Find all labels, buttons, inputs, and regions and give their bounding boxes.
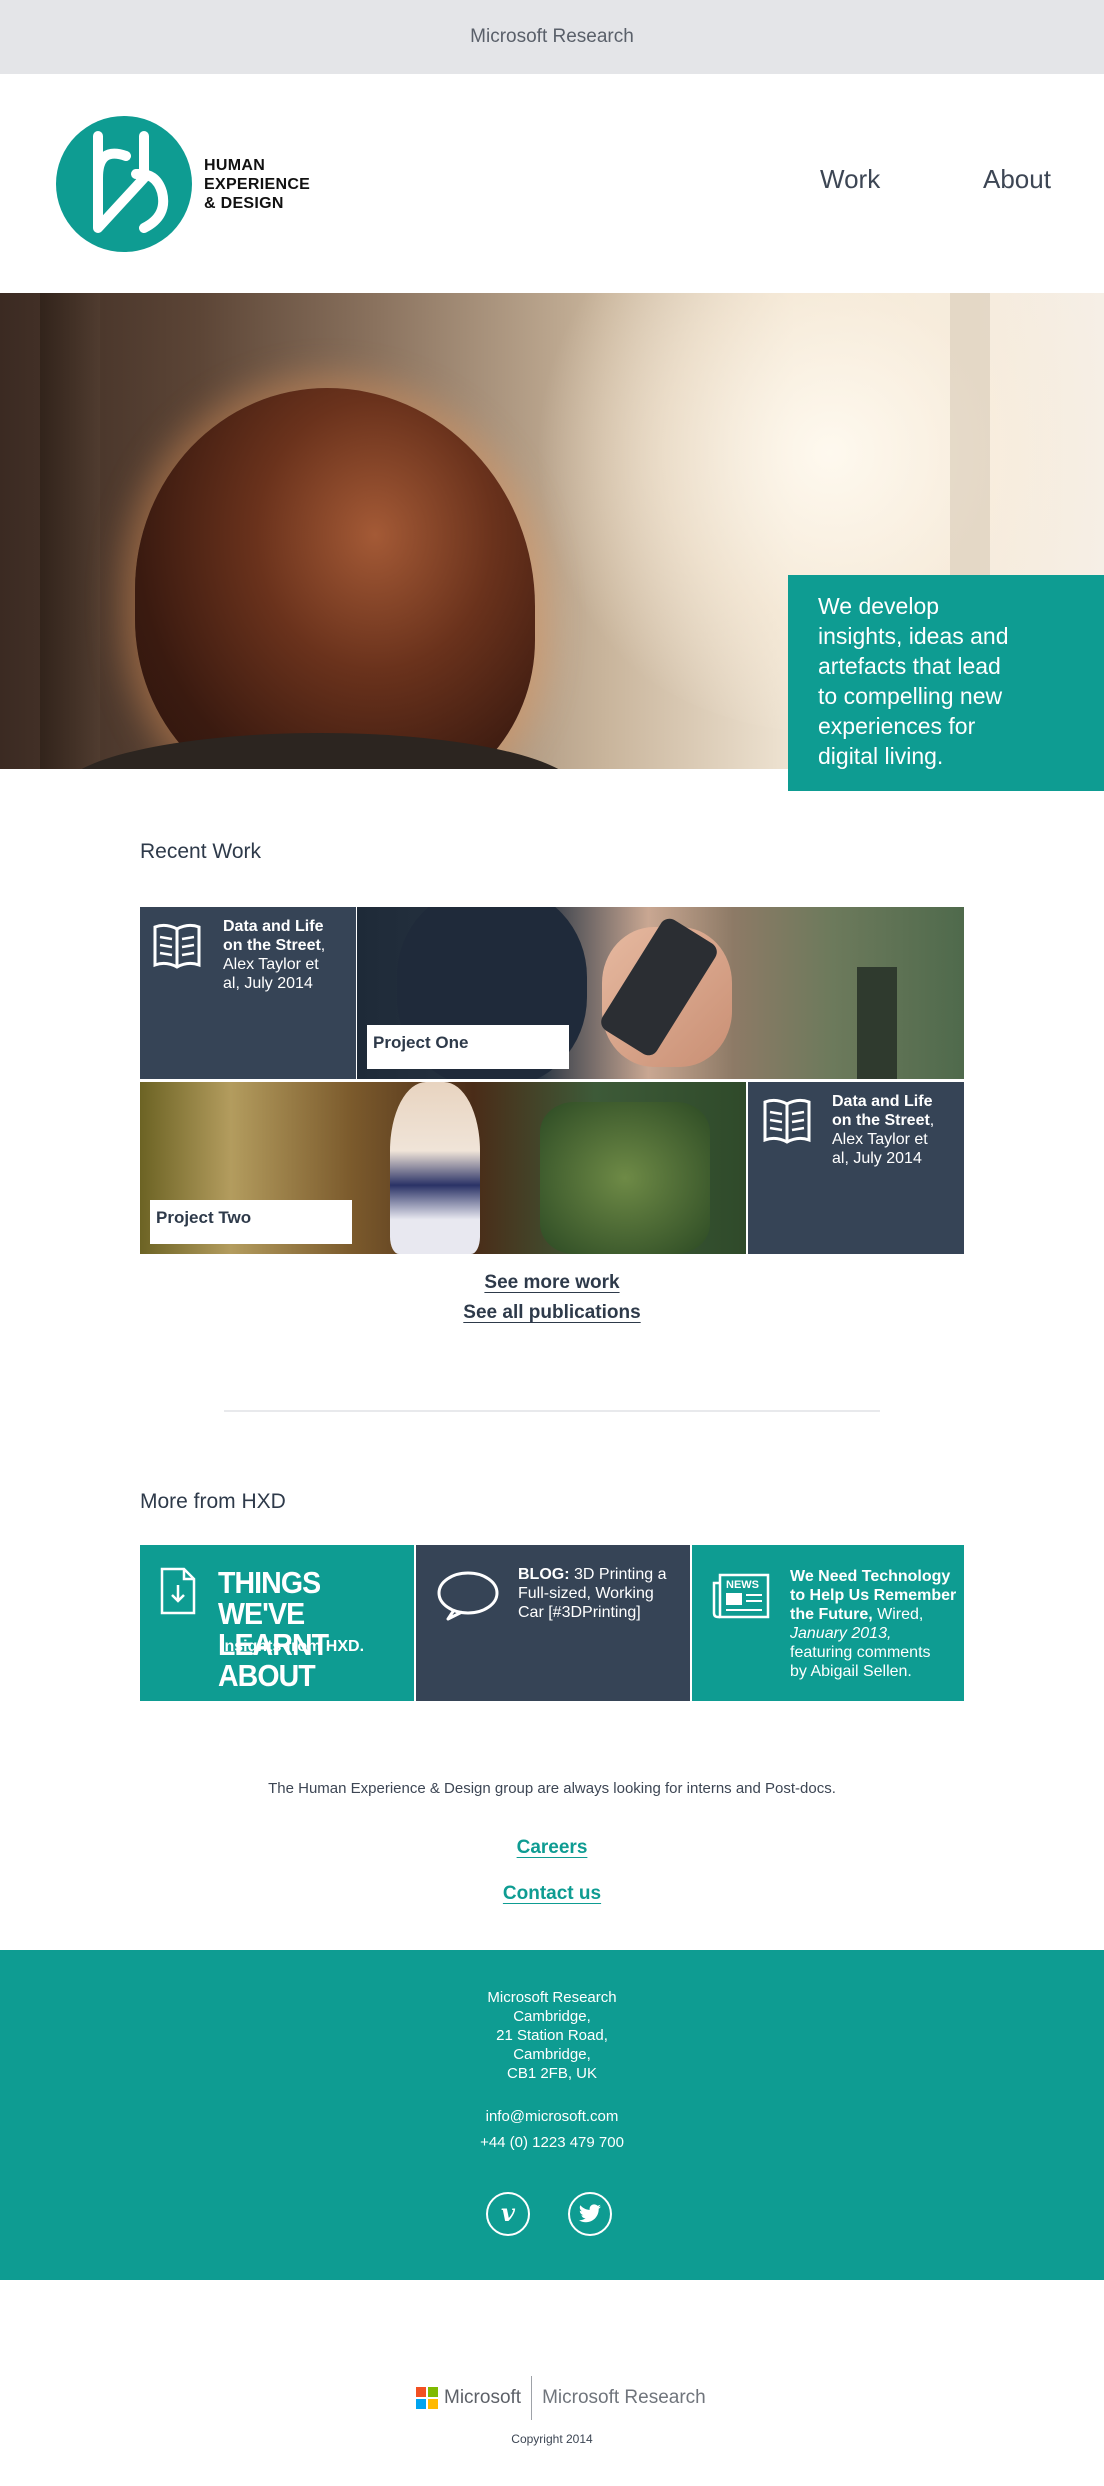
hero-caption-line: artefacts that lead bbox=[818, 653, 1001, 679]
insights-heading: THINGS WE'VE LEARNT ABOUT bbox=[218, 1567, 398, 1691]
address-line: Cambridge, bbox=[513, 2008, 591, 2025]
logo-line: & DESIGN bbox=[204, 194, 284, 212]
svg-text:NEWS: NEWS bbox=[726, 1579, 759, 1591]
hero-caption: We develop insights, ideas and artefacts… bbox=[788, 575, 1104, 791]
hero-person bbox=[135, 388, 535, 769]
twitter-icon[interactable] bbox=[568, 2192, 612, 2236]
news-line: by Abigail Sellen. bbox=[790, 1663, 912, 1680]
blog-card[interactable]: BLOG: 3D Printing a Full-sized, Working … bbox=[416, 1545, 690, 1701]
recent-work-title: Recent Work bbox=[140, 840, 261, 863]
project-one-tile[interactable]: Project One bbox=[357, 907, 964, 1079]
project-one-label: Project One bbox=[367, 1025, 569, 1069]
blog-text: BLOG: 3D Printing a Full-sized, Working … bbox=[518, 1565, 667, 1622]
copyright: Copyright 2014 bbox=[511, 2432, 593, 2446]
hero-caption-line: experiences for bbox=[818, 713, 976, 739]
publication-date: al, July 2014 bbox=[832, 1150, 922, 1167]
footer-email[interactable]: info@microsoft.com bbox=[0, 2108, 1104, 2125]
tin-image bbox=[540, 1102, 710, 1254]
section-divider bbox=[224, 1410, 880, 1412]
blog-line: Car [#3DPrinting] bbox=[518, 1604, 641, 1621]
speech-bubble-icon bbox=[437, 1571, 499, 1621]
microsoft-logo[interactable]: Microsoft Microsoft Research bbox=[416, 2376, 706, 2420]
hero-caption-line: insights, ideas and bbox=[818, 623, 1009, 649]
publication-title: on the Street bbox=[223, 937, 321, 954]
more-from-hxd-title: More from HXD bbox=[140, 1490, 286, 1513]
insights-heading-line: THINGS WE'VE bbox=[218, 1565, 321, 1631]
news-text: We Need Technology to Help Us Remember t… bbox=[790, 1567, 956, 1681]
publication-title: on the Street bbox=[832, 1112, 930, 1129]
publication-comma: , bbox=[929, 1112, 935, 1129]
publication-authors: Alex Taylor et bbox=[832, 1131, 928, 1148]
hero-tree bbox=[40, 293, 100, 769]
publication-tile[interactable]: Data and Life on the Street, Alex Taylor… bbox=[140, 907, 356, 1079]
site-footer: Microsoft Research Cambridge, 21 Station… bbox=[0, 1950, 1104, 2280]
twitter-bird-icon bbox=[579, 2204, 601, 2223]
site-header: HUMAN EXPERIENCE & DESIGN Work About bbox=[0, 74, 1104, 293]
news-line: featuring comments bbox=[790, 1644, 931, 1661]
logo-line: EXPERIENCE bbox=[204, 175, 311, 193]
vimeo-glyph: v bbox=[501, 2198, 515, 2227]
project-two-tile[interactable]: Project Two bbox=[140, 1082, 746, 1254]
hero-caption-line: to compelling new bbox=[818, 683, 1003, 709]
project-one-post bbox=[857, 967, 897, 1079]
footer-phone: +44 (0) 1223 479 700 bbox=[480, 2134, 624, 2151]
address-line: Cambridge, bbox=[513, 2046, 591, 2063]
hxd-logo[interactable]: HUMAN EXPERIENCE & DESIGN bbox=[56, 116, 310, 252]
publication-title: Data and Life bbox=[832, 1093, 933, 1110]
project-two-label: Project Two bbox=[150, 1200, 352, 1244]
newspaper-icon: NEWS bbox=[712, 1573, 770, 1619]
blog-line: 3D Printing a bbox=[574, 1566, 667, 1583]
insights-card[interactable]: THINGS WE'VE LEARNT ABOUT Insights from … bbox=[140, 1545, 414, 1701]
nav-about[interactable]: About bbox=[983, 164, 1051, 195]
publication-text: Data and Life on the Street, Alex Taylor… bbox=[832, 1092, 934, 1168]
news-date: January 2013, bbox=[790, 1625, 892, 1642]
address-line: Microsoft Research bbox=[487, 1989, 617, 2006]
logo-separator bbox=[531, 2376, 533, 2420]
microsoft-wordmark: Microsoft bbox=[444, 2387, 522, 2408]
see-more-work-link[interactable]: See more work bbox=[0, 1272, 1104, 1294]
insights-subtitle: Insights from HXD. bbox=[220, 1638, 365, 1655]
top-bar: Microsoft Research bbox=[0, 0, 1104, 74]
figurine-image bbox=[390, 1082, 480, 1254]
news-title: We Need Technology bbox=[790, 1568, 951, 1585]
book-icon bbox=[153, 923, 201, 969]
microsoft-squares-icon bbox=[416, 2387, 438, 2409]
publication-title: Data and Life bbox=[223, 918, 324, 935]
publication-text: Data and Life on the Street, Alex Taylor… bbox=[223, 917, 325, 993]
footer-address: Microsoft Research Cambridge, 21 Station… bbox=[0, 1988, 1104, 2083]
see-all-publications-text: See all publications bbox=[463, 1302, 641, 1323]
download-icon bbox=[160, 1567, 196, 1615]
blog-label: BLOG: bbox=[518, 1566, 570, 1583]
publication-authors: Alex Taylor et bbox=[223, 956, 319, 973]
hero-caption-line: We develop bbox=[818, 593, 940, 619]
publication-tile[interactable]: Data and Life on the Street, Alex Taylor… bbox=[748, 1082, 964, 1254]
news-source: Wired, bbox=[877, 1606, 924, 1623]
bottom-bar: Microsoft Microsoft Research Copyright 2… bbox=[0, 2280, 1104, 2486]
hxd-logo-icon bbox=[56, 116, 192, 252]
blog-line: Full-sized, Working bbox=[518, 1585, 654, 1602]
see-more-work-text: See more work bbox=[484, 1272, 620, 1293]
microsoft-research-wordmark: Microsoft Research bbox=[542, 2387, 706, 2408]
news-card[interactable]: NEWS We Need Technology to Help Us Remem… bbox=[692, 1545, 964, 1701]
careers-link[interactable]: Careers bbox=[0, 1837, 1104, 1859]
see-all-publications-link[interactable]: See all publications bbox=[0, 1302, 1104, 1324]
contact-us-text: Contact us bbox=[502, 1883, 602, 1904]
nav-work[interactable]: Work bbox=[820, 164, 880, 195]
book-icon bbox=[763, 1098, 811, 1144]
logo-wordmark: HUMAN EXPERIENCE & DESIGN bbox=[204, 156, 310, 213]
logo-line: HUMAN bbox=[204, 156, 266, 174]
news-title: the Future, bbox=[790, 1606, 873, 1623]
vimeo-icon[interactable]: v bbox=[486, 2192, 530, 2236]
publication-comma: , bbox=[320, 937, 326, 954]
contact-us-link[interactable]: Contact us bbox=[0, 1883, 1104, 1905]
publication-date: al, July 2014 bbox=[223, 975, 313, 992]
address-line: 21 Station Road, bbox=[496, 2027, 608, 2044]
top-bar-title[interactable]: Microsoft Research bbox=[470, 26, 634, 48]
recruiting-notice: The Human Experience & Design group are … bbox=[268, 1780, 836, 1797]
address-line: CB1 2FB, UK bbox=[506, 2065, 598, 2082]
hero-caption-line: digital living. bbox=[818, 743, 944, 769]
news-title: to Help Us Remember bbox=[790, 1587, 957, 1604]
careers-text: Careers bbox=[516, 1837, 588, 1858]
